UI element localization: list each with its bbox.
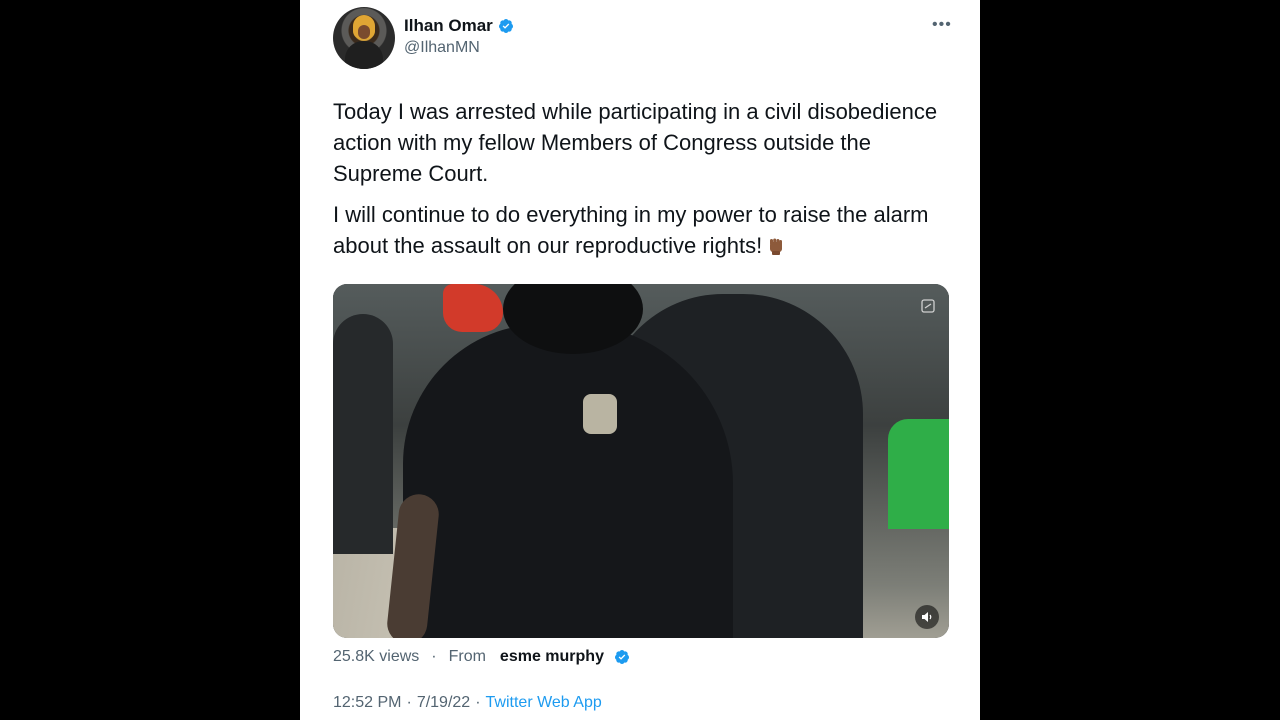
author-handle[interactable]: @IlhanMN bbox=[404, 39, 480, 57]
meta-separator: · bbox=[431, 648, 437, 665]
tweet-timestamp: 12:52 PM · 7/19/22 · Twitter Web App bbox=[333, 694, 602, 712]
tweet-paragraph-1: Today I was arrested while participating… bbox=[333, 99, 938, 186]
tweet-text: Today I was arrested while participating… bbox=[333, 96, 943, 271]
source-app-link[interactable]: Twitter Web App bbox=[486, 694, 602, 712]
tweet-date[interactable]: 7/19/22 bbox=[417, 694, 470, 712]
speaker-muted-icon[interactable] bbox=[915, 605, 939, 629]
tweet-card: Ilhan Omar @IlhanMN ••• Today I was arre… bbox=[300, 0, 980, 720]
video-meta: 25.8K views · From esme murphy bbox=[333, 648, 630, 666]
verified-badge-icon bbox=[614, 650, 629, 664]
gif-icon[interactable] bbox=[921, 299, 935, 313]
tweet-video[interactable] bbox=[333, 284, 949, 638]
more-options-icon[interactable]: ••• bbox=[932, 16, 952, 34]
avatar[interactable] bbox=[333, 7, 395, 69]
time-separator: · bbox=[475, 694, 481, 711]
tweet-paragraph-2: I will continue to do everything in my p… bbox=[333, 199, 943, 261]
author-name[interactable]: Ilhan Omar bbox=[404, 16, 493, 36]
tweet-time[interactable]: 12:52 PM bbox=[333, 694, 401, 712]
raised-fist-emoji bbox=[770, 238, 783, 255]
tweet-paragraph-2-text: I will continue to do everything in my p… bbox=[333, 202, 929, 258]
verified-badge-icon bbox=[498, 19, 513, 33]
from-user-link[interactable]: esme murphy bbox=[500, 648, 604, 666]
author-name-row[interactable]: Ilhan Omar bbox=[404, 16, 514, 36]
view-count: 25.8K views bbox=[333, 648, 420, 665]
from-label: From bbox=[448, 648, 486, 665]
time-separator: · bbox=[406, 694, 412, 711]
